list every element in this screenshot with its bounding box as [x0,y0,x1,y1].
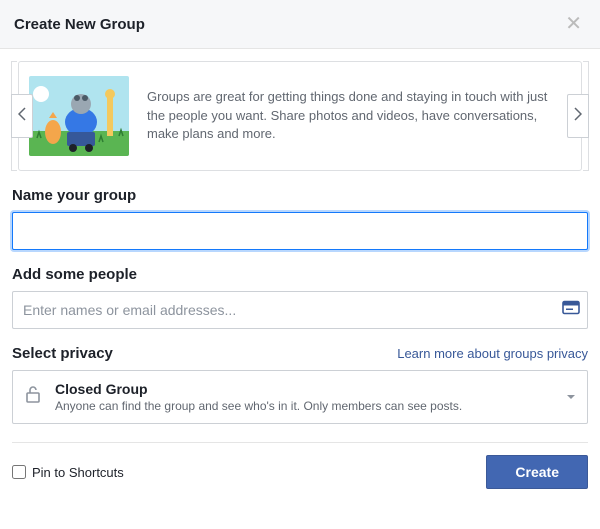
privacy-selector[interactable]: Closed Group Anyone can find the group a… [12,370,588,424]
dialog-title: Create New Group [14,16,145,33]
privacy-option-title: Closed Group [55,381,462,397]
banner-illustration [29,76,129,156]
privacy-learn-more-link[interactable]: Learn more about groups privacy [397,346,588,361]
dialog-header: Create New Group ✕ [0,0,600,49]
pin-to-shortcuts[interactable]: Pin to Shortcuts [12,465,124,480]
chevron-left-icon [18,107,26,126]
name-label: Name your group [12,187,588,204]
chevron-right-icon [574,107,582,126]
privacy-label: Select privacy [12,345,113,362]
people-label: Add some people [12,266,588,283]
add-people-input[interactable] [12,291,588,329]
dialog-footer: Pin to Shortcuts Create [12,455,588,489]
banner-carousel: Groups are great for getting things done… [12,61,588,171]
carousel-prev-button[interactable] [11,94,33,138]
banner-card: Groups are great for getting things done… [18,61,582,171]
create-group-dialog: Create New Group ✕ [0,0,600,529]
unlock-icon [23,384,43,409]
dialog-body: Groups are great for getting things done… [0,49,600,529]
close-icon: ✕ [565,13,582,35]
create-button[interactable]: Create [486,455,588,489]
group-name-input[interactable] [12,212,588,250]
people-input-wrap [12,291,588,329]
carousel-next-button[interactable] [567,94,589,138]
privacy-text: Closed Group Anyone can find the group a… [55,381,462,413]
privacy-option-desc: Anyone can find the group and see who's … [55,399,462,413]
contact-card-icon[interactable] [562,299,580,322]
close-button[interactable]: ✕ [561,12,586,36]
pin-label: Pin to Shortcuts [32,465,124,480]
banner-text: Groups are great for getting things done… [147,88,563,145]
privacy-header-row: Select privacy Learn more about groups p… [12,345,588,362]
pin-checkbox[interactable] [12,465,26,479]
divider [12,442,588,443]
chevron-down-icon [567,395,575,399]
